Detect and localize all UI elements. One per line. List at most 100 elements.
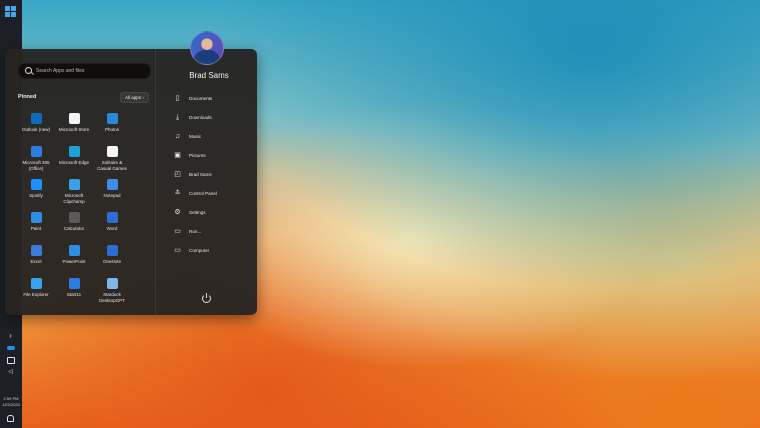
pinned-app[interactable]: Excel: [16, 245, 56, 265]
pinned-app-label: OneNote: [102, 259, 121, 264]
folder-icon: [30, 278, 42, 289]
places-item-label: Brad Sams: [189, 171, 212, 177]
document-icon: ▯: [175, 94, 180, 102]
office-icon: [30, 146, 42, 157]
chevron-right-icon: ›: [142, 95, 144, 100]
places-item[interactable]: ⤓ Downloads: [173, 111, 212, 123]
pinned-app-label: Paint: [30, 226, 42, 231]
places-item[interactable]: ▭ Run...: [173, 225, 201, 237]
pinned-app[interactable]: Spotify: [16, 179, 56, 199]
calculator-icon: [68, 212, 80, 223]
pinned-app-label: Microsoft Clipchamp: [63, 193, 85, 204]
start-menu: Search Apps and files Pinned All apps › …: [5, 49, 257, 315]
search-placeholder: Search Apps and files: [36, 68, 85, 74]
search-input[interactable]: Search Apps and files: [18, 63, 151, 79]
pinned-app[interactable]: Paint: [16, 212, 56, 232]
notification-bell-icon[interactable]: [4, 413, 17, 423]
pinned-app[interactable]: Outlook (new): [16, 113, 56, 133]
word-icon: [106, 212, 118, 223]
pinned-app-label: Calculator: [63, 226, 85, 231]
onedrive-icon[interactable]: [4, 343, 17, 353]
excel-icon: [30, 245, 42, 256]
pictures-icon: ▣: [174, 151, 181, 159]
user-folder-icon: ◰: [174, 170, 181, 178]
windows-logo-icon[interactable]: [5, 6, 16, 17]
pinned-app[interactable]: Notepad: [92, 179, 132, 199]
pinned-app[interactable]: Solitaire & Casual Games: [92, 146, 132, 171]
pinned-heading: Pinned: [18, 94, 37, 100]
pinned-app[interactable]: File Explorer: [16, 278, 56, 298]
pinned-app-label: Stardock DesktopGPT: [99, 292, 125, 303]
start11-icon: [68, 278, 80, 289]
pinned-app[interactable]: Microsoft 365 (Office): [16, 146, 56, 171]
places-item-label: Documents: [189, 95, 213, 101]
settings-icon: ⚙: [174, 208, 181, 216]
control-panel-icon: ≛: [174, 189, 181, 197]
spotify-icon: [30, 179, 42, 190]
chevron-right-icon[interactable]: ›: [4, 331, 17, 341]
places-item-label: Run...: [189, 228, 202, 234]
pinned-app[interactable]: Calculator: [54, 212, 94, 232]
places-item-label: Computer: [189, 247, 210, 253]
pinned-app[interactable]: Photos: [92, 113, 132, 133]
pinned-app-label: Excel: [30, 259, 42, 264]
pinned-app[interactable]: Start11: [54, 278, 94, 298]
pinned-app[interactable]: Word: [92, 212, 132, 232]
clipchamp-icon: [68, 179, 80, 190]
paint-icon: [30, 212, 42, 223]
desktopgpt-icon: [106, 278, 118, 289]
search-icon: [25, 67, 32, 74]
pinned-app-label: Notepad: [103, 193, 121, 198]
speaker-icon[interactable]: ◁: [4, 367, 17, 377]
pinned-app-label: Microsoft 365 (Office): [22, 160, 50, 171]
places-item-label: Settings: [189, 209, 206, 215]
computer-icon: ▭: [174, 246, 181, 254]
notepad-icon: [106, 179, 118, 190]
pinned-app-label: Outlook (new): [21, 127, 50, 132]
places-item[interactable]: ⚙ Settings: [173, 206, 206, 218]
pinned-app[interactable]: PowerPoint: [54, 245, 94, 265]
places-item-label: Pictures: [189, 152, 206, 158]
taskbar-date[interactable]: 12/2/2024: [0, 402, 22, 408]
pinned-app[interactable]: Microsoft Store: [54, 113, 94, 133]
pinned-app-label: Spotify: [29, 193, 43, 198]
places-item[interactable]: ▯ Documents: [173, 92, 213, 104]
places-item[interactable]: ▣ Pictures: [173, 149, 206, 161]
pinned-app-label: Microsoft Store: [58, 127, 90, 132]
places-item[interactable]: ▭ Computer: [173, 244, 209, 256]
network-icon[interactable]: [4, 355, 17, 365]
start-left-pane: Search Apps and files Pinned All apps › …: [5, 49, 155, 315]
solitaire-icon: [106, 146, 118, 157]
places-item[interactable]: ≛ Control Panel: [173, 187, 217, 199]
places-item-label: Control Panel: [189, 190, 217, 196]
pinned-app[interactable]: Microsoft Edge: [54, 146, 94, 166]
onenote-icon: [106, 245, 118, 256]
pinned-app-label: Start11: [66, 292, 82, 297]
power-icon[interactable]: [202, 293, 211, 303]
pane-divider: [155, 49, 156, 315]
outlook-icon: [30, 113, 42, 124]
user-avatar[interactable]: [190, 31, 224, 65]
pinned-app-label: PowerPoint: [62, 259, 86, 264]
all-apps-button[interactable]: All apps ›: [120, 92, 149, 103]
pinned-app-label: Word: [106, 226, 118, 231]
run-icon: ▭: [174, 227, 181, 235]
store-icon: [68, 113, 80, 124]
user-name[interactable]: Brad Sams: [163, 71, 255, 80]
pinned-app[interactable]: Stardock DesktopGPT: [92, 278, 132, 303]
places-item-label: Music: [189, 133, 201, 139]
places-item[interactable]: ◰ Brad Sams: [173, 168, 212, 180]
places-item[interactable]: ♫ Music: [173, 130, 201, 142]
download-icon: ⤓: [175, 113, 180, 121]
all-apps-label: All apps: [125, 95, 142, 100]
photos-icon: [106, 113, 118, 124]
pinned-app-label: Solitaire & Casual Games: [97, 160, 127, 171]
music-icon: ♫: [174, 132, 181, 140]
pinned-app[interactable]: Microsoft Clipchamp: [54, 179, 94, 204]
powerpoint-icon: [68, 245, 80, 256]
pinned-app-label: File Explorer: [23, 292, 49, 297]
pinned-app-label: Photos: [104, 127, 119, 132]
places-item-label: Downloads: [189, 114, 212, 120]
pinned-app-label: Microsoft Edge: [58, 160, 89, 165]
pinned-app[interactable]: OneNote: [92, 245, 132, 265]
